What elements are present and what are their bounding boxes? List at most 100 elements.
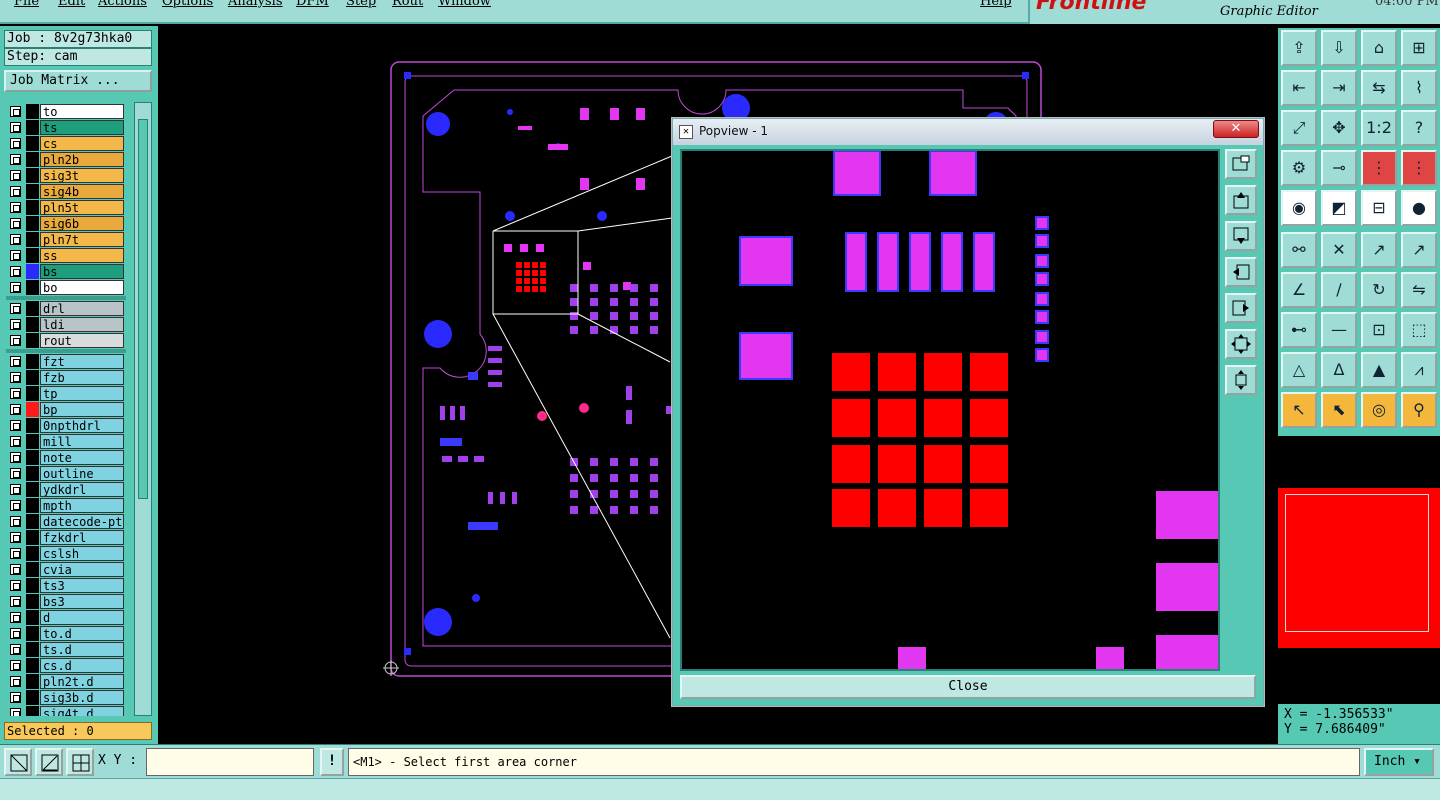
layer-checkbox[interactable]	[10, 266, 21, 277]
layer-row[interactable]: d	[4, 610, 126, 625]
menu-analysis[interactable]: Analysis	[228, 0, 283, 9]
layer-name[interactable]: bp	[40, 402, 124, 417]
layer-checkbox[interactable]	[10, 282, 21, 293]
triangle-icon[interactable]: △	[1281, 352, 1317, 388]
pv-up-icon[interactable]	[1225, 185, 1257, 215]
layer-name[interactable]: bs	[40, 264, 124, 279]
layer-color-swatch[interactable]	[26, 578, 39, 593]
layer-color-swatch[interactable]	[26, 120, 39, 135]
node-move-icon[interactable]: ⊷	[1281, 312, 1317, 348]
zoom-window-icon[interactable]: ⊞	[1401, 30, 1437, 66]
layer-checkbox[interactable]	[10, 138, 21, 149]
popview-canvas[interactable]	[680, 149, 1220, 671]
popview-titlebar[interactable]: ✕ Popview - 1 ✕	[673, 119, 1263, 145]
layer-name[interactable]: pln5t	[40, 200, 124, 215]
layer-checkbox[interactable]	[10, 319, 21, 330]
layer-color-swatch[interactable]	[26, 402, 39, 417]
layer-row[interactable]: pln2t.d	[4, 674, 126, 689]
layer-checkbox[interactable]	[10, 468, 21, 479]
layer-name[interactable]: cslsh	[40, 546, 124, 561]
pv-right-icon[interactable]	[1225, 293, 1257, 323]
layer-color-swatch[interactable]	[26, 562, 39, 577]
layer-row[interactable]: drl	[4, 301, 126, 316]
layer-color-swatch[interactable]	[26, 104, 39, 119]
layer-checkbox[interactable]	[10, 516, 21, 527]
layer-checkbox[interactable]	[10, 644, 21, 655]
layer-checkbox[interactable]	[10, 388, 21, 399]
layer-name[interactable]: tp	[40, 386, 124, 401]
layer-name[interactable]: sig3b.d	[40, 690, 124, 705]
layer-color-swatch[interactable]	[26, 354, 39, 369]
layer-row[interactable]: pln5t	[4, 200, 126, 215]
layer-checkbox[interactable]	[10, 564, 21, 575]
layer-name[interactable]: d	[40, 610, 124, 625]
pointer-icon[interactable]: ↖	[1281, 392, 1317, 428]
layer-name[interactable]: outline	[40, 466, 124, 481]
layer-row[interactable]: to	[4, 104, 126, 119]
layer-name[interactable]: pln7t	[40, 232, 124, 247]
layer-row[interactable]: sig4t.d	[4, 706, 126, 716]
triangle4-icon[interactable]: ⩘	[1401, 352, 1437, 388]
net-highlight-icon[interactable]: ⋮	[1401, 150, 1437, 186]
layer-name[interactable]: to.d	[40, 626, 124, 641]
layer-color-swatch[interactable]	[26, 152, 39, 167]
menu-rout[interactable]: Rout	[392, 0, 423, 9]
window-close-button[interactable]: ✕	[1213, 120, 1259, 138]
layer-row[interactable]: mpth	[4, 498, 126, 513]
layer-name[interactable]: drl	[40, 301, 124, 316]
layer-color-swatch[interactable]	[26, 546, 39, 561]
layer-name[interactable]: cvia	[40, 562, 124, 577]
layer-color-swatch[interactable]	[26, 514, 39, 529]
layer-checkbox[interactable]	[10, 580, 21, 591]
angle-icon[interactable]: ∠	[1281, 272, 1317, 308]
layer-checkbox[interactable]	[10, 234, 21, 245]
dot-icon[interactable]: ●	[1401, 190, 1437, 226]
layer-row[interactable]: rout	[4, 333, 126, 348]
settings-icon[interactable]: ⚙	[1281, 150, 1317, 186]
layer-name[interactable]: pln2b	[40, 152, 124, 167]
triangle2-icon[interactable]: Δ	[1321, 352, 1357, 388]
layer-color-swatch[interactable]	[26, 200, 39, 215]
layer-name[interactable]: ldi	[40, 317, 124, 332]
layer-row[interactable]: 0npthdrl	[4, 418, 126, 433]
layer-color-swatch[interactable]	[26, 674, 39, 689]
menu-help[interactable]: Help	[980, 0, 1012, 9]
cross-icon[interactable]: ✕	[1321, 232, 1357, 268]
layer-name[interactable]: note	[40, 450, 124, 465]
pad-select-icon[interactable]: ◉	[1281, 190, 1317, 226]
layer-color-swatch[interactable]	[26, 280, 39, 295]
layer-color-swatch[interactable]	[26, 594, 39, 609]
layer-checkbox[interactable]	[10, 335, 21, 346]
layer-name[interactable]: sig3t	[40, 168, 124, 183]
layer-color-swatch[interactable]	[26, 658, 39, 673]
center-icon[interactable]: ✥	[1321, 110, 1357, 146]
pan-left-icon[interactable]: ⇤	[1281, 70, 1317, 106]
bar-icon[interactable]: —	[1321, 312, 1357, 348]
layer-row[interactable]: mill	[4, 434, 126, 449]
layer-name[interactable]: cs.d	[40, 658, 124, 673]
fit-icon[interactable]: ⤢	[1281, 110, 1317, 146]
units-select[interactable]: Inch ▾	[1364, 748, 1434, 776]
home-icon[interactable]: ⌂	[1361, 30, 1397, 66]
layer-name[interactable]: ss	[40, 248, 124, 263]
net-icon[interactable]: ⋮	[1361, 150, 1397, 186]
shapes-icon[interactable]: ⬚	[1401, 312, 1437, 348]
pointer-net-icon[interactable]: ⚲	[1401, 392, 1437, 428]
pv-center-icon[interactable]	[1225, 365, 1257, 395]
layer-checkbox[interactable]	[10, 692, 21, 703]
layer-row[interactable]: ts3	[4, 578, 126, 593]
layer-checkbox[interactable]	[10, 452, 21, 463]
layer-row[interactable]: sig4b	[4, 184, 126, 199]
mini-map-viewport[interactable]	[1285, 494, 1429, 632]
node2-icon[interactable]: ↗	[1401, 232, 1437, 268]
layer-row[interactable]: to.d	[4, 626, 126, 641]
scale-icon[interactable]: 1:2	[1361, 110, 1397, 146]
mini-map[interactable]	[1278, 436, 1440, 704]
rotate-icon[interactable]: ↻	[1361, 272, 1397, 308]
layer-checkbox[interactable]	[10, 218, 21, 229]
layer-name[interactable]: mpth	[40, 498, 124, 513]
layer-color-swatch[interactable]	[26, 232, 39, 247]
layer-checkbox[interactable]	[10, 372, 21, 383]
layer-checkbox[interactable]	[10, 250, 21, 261]
layer-color-swatch[interactable]	[26, 482, 39, 497]
